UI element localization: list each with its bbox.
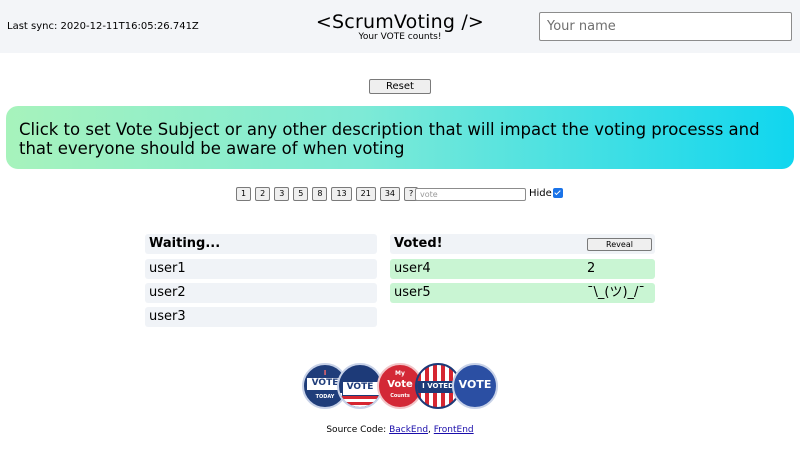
badge-2-main: VOTE — [346, 382, 374, 392]
badge-3-top: My — [395, 370, 405, 377]
waiting-heading: Waiting... — [145, 234, 377, 254]
waiting-user-name: user2 — [149, 285, 186, 300]
vote-subject[interactable]: Click to set Vote Subject or any other d… — [6, 106, 794, 169]
vote-card-bar: 1 2 3 5 8 13 21 34 ? — [236, 187, 419, 201]
hide-checkbox[interactable] — [553, 188, 563, 198]
voted-user-row: user4 2 — [390, 259, 655, 279]
backend-link[interactable]: BackEnd — [389, 425, 428, 435]
voted-user-row: user5 ¯\_(ツ)_/¯ — [390, 283, 655, 303]
last-sync-status: Last sync: 2020-12-11T16:05:26.741Z — [7, 21, 199, 32]
voted-user-value: ¯\_(ツ)_/¯ — [587, 285, 645, 300]
vote-card-21[interactable]: 21 — [355, 187, 376, 201]
name-input[interactable] — [539, 12, 792, 41]
waiting-user-row: user2 — [145, 283, 377, 303]
vote-card-34[interactable]: 34 — [379, 187, 401, 201]
reveal-button[interactable]: Reveal — [587, 238, 652, 251]
vote-input[interactable] — [415, 188, 526, 201]
waiting-user-row: user3 — [145, 307, 377, 327]
last-sync-label: Last sync: — [7, 21, 58, 32]
last-sync-time: 2020-12-11T16:05:26.741Z — [60, 21, 199, 32]
frontend-link[interactable]: FrontEnd — [434, 425, 474, 435]
link-separator: , — [428, 425, 431, 435]
waiting-user-name: user3 — [149, 309, 186, 324]
voted-user-name: user5 — [394, 285, 431, 300]
vote-card-2[interactable]: 2 — [255, 187, 271, 201]
vote-card-1[interactable]: 1 — [236, 187, 252, 201]
reset-button[interactable]: Reset — [369, 79, 431, 94]
source-footer: Source Code: BackEnd, FrontEnd — [0, 425, 800, 436]
hide-label: Hide — [529, 188, 552, 199]
vote-card-3[interactable]: 3 — [274, 187, 290, 201]
vote-card-5[interactable]: 5 — [293, 187, 309, 201]
badge-5-main: VOTE — [458, 378, 492, 391]
source-label: Source Code: — [326, 425, 387, 435]
voted-user-name: user4 — [394, 261, 431, 276]
waiting-user-row: user1 — [145, 259, 377, 279]
voted-user-value: 2 — [587, 261, 596, 276]
waiting-user-name: user1 — [149, 261, 186, 276]
vote-card-8[interactable]: 8 — [312, 187, 328, 201]
vote-blue-badge: VOTE — [452, 363, 498, 409]
voted-heading-text: Voted! — [394, 236, 443, 251]
top-bar: Last sync: 2020-12-11T16:05:26.741Z <Scr… — [0, 0, 800, 53]
vote-card-13[interactable]: 13 — [331, 187, 352, 201]
vote-badges: I VOTE TODAY VOTE My Vote Counts I VOTED… — [302, 363, 498, 411]
badge-3-sub: Counts — [390, 393, 410, 399]
